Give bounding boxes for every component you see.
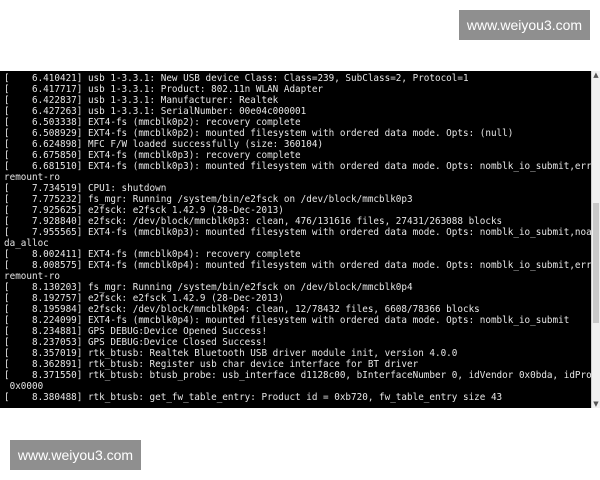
log-line: [ 6.503338] EXT4-fs (mmcblk0p2): recover… (4, 117, 301, 128)
log-line: da_alloc (4, 238, 49, 249)
log-line: [ 6.410421] usb 1-3.3.1: New USB device … (4, 73, 469, 84)
watermark-bottom: www.weiyou3.com (10, 440, 141, 470)
terminal-window[interactable]: [ 6.410421] usb 1-3.3.1: New USB device … (0, 71, 600, 408)
log-line: [ 8.371550] rtk_btusb: btusb_probe: usb_… (4, 370, 600, 381)
log-line: [ 8.008575] EXT4-fs (mmcblk0p4): mounted… (4, 260, 600, 271)
log-line: [ 7.925625] e2fsck: e2fsck 1.42.9 (28-De… (4, 205, 284, 216)
kernel-log-output: [ 6.410421] usb 1-3.3.1: New USB device … (4, 73, 600, 403)
log-line: [ 8.357019] rtk_btusb: Realtek Bluetooth… (4, 348, 458, 359)
log-line: 0x0000 (4, 381, 44, 392)
log-line: [ 7.734519] CPU1: shutdown (4, 183, 167, 194)
terminal-scrollbar[interactable]: ▲ ▼ (591, 71, 600, 408)
log-line: [ 8.362891] rtk_btusb: Register usb char… (4, 359, 419, 370)
scroll-thumb[interactable] (593, 203, 599, 324)
scroll-up-icon[interactable]: ▲ (592, 71, 600, 79)
log-line: [ 7.928840] e2fsck: /dev/block/mmcblk0p3… (4, 216, 503, 227)
log-line: [ 8.002411] EXT4-fs (mmcblk0p4): recover… (4, 249, 301, 260)
log-line: [ 6.427263] usb 1-3.3.1: SerialNumber: 0… (4, 106, 307, 117)
log-line: [ 8.195984] e2fsck: /dev/block/mmcblk0p4… (4, 304, 480, 315)
log-line: [ 8.237053] GPS DEBUG:Device Closed Succ… (4, 337, 268, 348)
log-line: [ 8.130203] fs_mgr: Running /system/bin/… (4, 282, 413, 293)
log-line: [ 6.417717] usb 1-3.3.1: Product: 802.11… (4, 84, 324, 95)
scroll-down-icon[interactable]: ▼ (592, 400, 600, 408)
log-line: [ 6.508929] EXT4-fs (mmcblk0p2): mounted… (4, 128, 514, 139)
log-line: remount-ro (4, 271, 60, 282)
log-line: [ 6.675850] EXT4-fs (mmcblk0p3): recover… (4, 150, 301, 161)
log-line: [ 8.224099] EXT4-fs (mmcblk0p4): mounted… (4, 315, 570, 326)
log-line: [ 7.775232] fs_mgr: Running /system/bin/… (4, 194, 413, 205)
log-line: [ 8.192757] e2fsck: e2fsck 1.42.9 (28-De… (4, 293, 284, 304)
log-line: [ 6.624898] MFC F/W loaded successfully … (4, 139, 324, 150)
log-line: [ 6.681510] EXT4-fs (mmcblk0p3): mounted… (4, 161, 600, 172)
log-line: remount-ro (4, 172, 60, 183)
watermark-top: www.weiyou3.com (459, 10, 590, 40)
log-line: [ 6.422837] usb 1-3.3.1: Manufacturer: R… (4, 95, 279, 106)
log-line: [ 8.234881] GPS DEBUG:Device Opened Succ… (4, 326, 268, 337)
log-line: [ 7.955565] EXT4-fs (mmcblk0p3): mounted… (4, 227, 600, 238)
log-line: [ 8.380488] rtk_btusb: get_fw_table_entr… (4, 392, 503, 403)
